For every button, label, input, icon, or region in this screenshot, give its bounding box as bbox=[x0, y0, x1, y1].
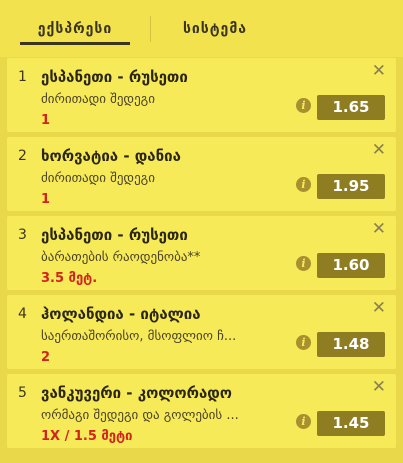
tab-express[interactable]: ექსპრესი bbox=[20, 0, 130, 57]
tab-system-label: სისტემა bbox=[182, 21, 248, 37]
market-name: საერთაშორისო, მსოფლიო ჩ... bbox=[41, 329, 237, 344]
match-name: ვანკუვერი - კოლორადო bbox=[41, 384, 233, 402]
close-icon[interactable]: ✕ bbox=[372, 300, 386, 317]
close-icon[interactable]: ✕ bbox=[372, 142, 386, 159]
bet-number: 1 bbox=[18, 69, 27, 85]
bet-item: 1 ესპანეთი - რუსეთი ძირითადი შედეგი 1 ✕ … bbox=[7, 58, 396, 132]
match-name: ჰოლანდია - იტალია bbox=[41, 305, 201, 323]
info-icon[interactable]: i bbox=[296, 98, 311, 113]
bet-number: 4 bbox=[18, 306, 27, 322]
tab-divider bbox=[150, 16, 151, 42]
active-tab-underline bbox=[20, 42, 130, 45]
info-icon[interactable]: i bbox=[296, 177, 311, 192]
bet-item: 5 ვანკუვერი - კოლორადო ორმაგი შედეგი და … bbox=[7, 374, 396, 448]
close-icon[interactable]: ✕ bbox=[372, 379, 386, 396]
tab-system[interactable]: სისტემა bbox=[165, 0, 265, 57]
info-icon[interactable]: i bbox=[296, 414, 311, 429]
close-icon[interactable]: ✕ bbox=[372, 63, 386, 80]
info-icon[interactable]: i bbox=[296, 256, 311, 271]
bet-selection: 3.5 მეტ. bbox=[41, 271, 98, 286]
bet-selection: 1X / 1.5 მეტი bbox=[41, 429, 133, 444]
odds-button[interactable]: 1.60 bbox=[317, 253, 385, 278]
match-name: ესპანეთი - რუსეთი bbox=[41, 68, 188, 86]
bet-selection: 2 bbox=[41, 350, 51, 365]
odds-button[interactable]: 1.65 bbox=[317, 95, 385, 120]
bet-number: 5 bbox=[18, 385, 27, 401]
odds-button[interactable]: 1.45 bbox=[317, 411, 385, 436]
odds-button[interactable]: 1.95 bbox=[317, 174, 385, 199]
bet-item: 4 ჰოლანდია - იტალია საერთაშორისო, მსოფლი… bbox=[7, 295, 396, 369]
bet-number: 3 bbox=[18, 227, 27, 243]
bet-selection: 1 bbox=[41, 113, 51, 128]
match-name: ესპანეთი - რუსეთი bbox=[41, 226, 188, 244]
market-name: ძირითადი შედეგი bbox=[41, 171, 155, 186]
bet-list: 1 ესპანეთი - რუსეთი ძირითადი შედეგი 1 ✕ … bbox=[7, 58, 396, 453]
bet-number: 2 bbox=[18, 148, 27, 164]
bet-item: 2 ხორვატია - დანია ძირითადი შედეგი 1 ✕ i… bbox=[7, 137, 396, 211]
bet-selection: 1 bbox=[41, 192, 51, 207]
info-icon[interactable]: i bbox=[296, 335, 311, 350]
bet-item: 3 ესპანეთი - რუსეთი ბარათების რაოდენობა*… bbox=[7, 216, 396, 290]
match-name: ხორვატია - დანია bbox=[41, 147, 181, 165]
close-icon[interactable]: ✕ bbox=[372, 221, 386, 238]
tab-express-label: ექსპრესი bbox=[37, 21, 113, 37]
market-name: ძირითადი შედეგი bbox=[41, 92, 155, 107]
market-name: ორმაგი შედეგი და გოლების ... bbox=[41, 408, 239, 423]
odds-button[interactable]: 1.48 bbox=[317, 332, 385, 357]
market-name: ბარათების რაოდენობა** bbox=[41, 250, 201, 265]
bet-type-tabs: ექსპრესი სისტემა bbox=[0, 0, 403, 57]
